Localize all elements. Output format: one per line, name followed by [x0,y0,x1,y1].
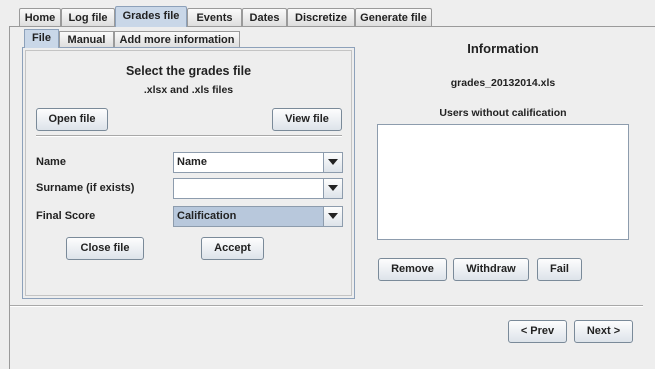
subtab-add-more-information[interactable]: Add more information [114,31,240,48]
chevron-down-icon[interactable] [323,153,342,172]
surname-label: Surname (if exists) [36,182,135,194]
open-file-button[interactable]: Open file [36,108,108,131]
view-file-button[interactable]: View file [272,108,342,131]
accept-button[interactable]: Accept [201,237,264,260]
final-score-label: Final Score [36,210,96,222]
chevron-down-icon[interactable] [323,207,342,226]
chevron-down-icon[interactable] [323,179,342,198]
remove-button[interactable]: Remove [378,258,447,281]
surname-select[interactable] [173,178,343,199]
name-label: Name [36,156,66,168]
subtab-manual[interactable]: Manual [59,31,114,48]
final-score-select[interactable]: Calification [173,206,343,227]
main-tab-bar: Home Log file Grades file Events Dates D… [0,0,655,27]
bottom-divider [10,305,643,307]
tab-dates[interactable]: Dates [242,8,287,27]
close-file-button[interactable]: Close file [66,237,144,260]
grades-filename: grades_20132014.xls [450,77,556,89]
subtab-file[interactable]: File [24,29,59,48]
fail-button[interactable]: Fail [537,258,582,281]
information-title: Information [467,41,539,56]
withdraw-button[interactable]: Withdraw [453,258,529,281]
tab-discretize[interactable]: Discretize [287,8,355,27]
name-select[interactable]: Name [173,152,343,173]
name-select-value: Name [177,156,207,168]
tab-log-file[interactable]: Log file [61,8,115,27]
final-score-select-value: Calification [177,210,237,222]
tab-home[interactable]: Home [19,8,61,27]
tab-events[interactable]: Events [187,8,242,27]
next-button[interactable]: Next > [574,320,633,343]
file-types-subheading: .xlsx and .xls files [143,84,234,96]
tab-grades-file[interactable]: Grades file [115,6,187,27]
prev-button[interactable]: < Prev [508,320,567,343]
users-without-calification-list[interactable] [377,124,629,240]
tab-generate-file[interactable]: Generate file [355,8,432,27]
select-file-heading: Select the grades file [125,64,252,78]
users-without-calification-label: Users without calification [439,107,567,119]
file-divider [36,135,342,137]
